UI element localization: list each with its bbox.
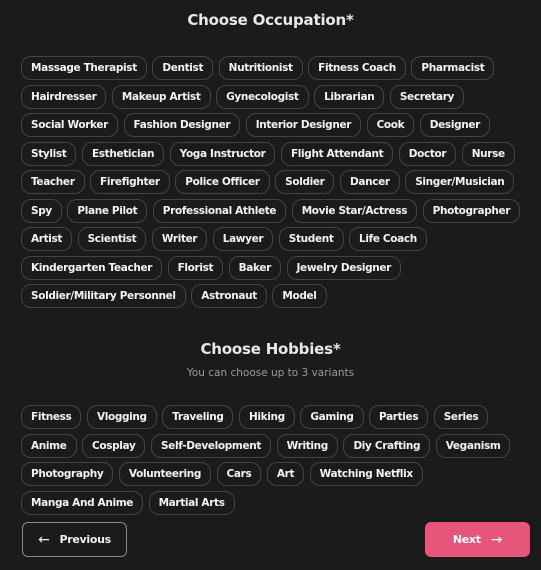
hobby-chip-photography[interactable]: Photography bbox=[21, 462, 114, 486]
occupation-chip-dancer[interactable]: Dancer bbox=[339, 170, 400, 194]
occupation-chip-pharmacist[interactable]: Pharmacist bbox=[411, 56, 495, 80]
previous-label: Previous bbox=[59, 533, 112, 546]
occupation-chip-flight-attendant[interactable]: Flight Attendant bbox=[280, 141, 394, 166]
hobby-chip-fitness[interactable]: Fitness bbox=[21, 405, 82, 429]
arrow-right-icon: → bbox=[490, 531, 503, 548]
occupation-title: Choose Occupation* bbox=[187, 11, 354, 29]
occupation-chip-astronaut[interactable]: Astronaut bbox=[191, 284, 267, 308]
hobby-chip-series[interactable]: Series bbox=[433, 405, 489, 429]
occupation-chip-hairdresser[interactable]: Hairdresser bbox=[21, 84, 107, 109]
occupation-chip-cook[interactable]: Cook bbox=[366, 113, 415, 137]
occupation-chip-artist[interactable]: Artist bbox=[21, 227, 73, 251]
occupation-chip-gynecologist[interactable]: Gynecologist bbox=[216, 84, 309, 109]
hobbies-subtitle: You can choose up to 3 variants bbox=[186, 367, 355, 379]
hobby-chip-diy-crafting[interactable]: Diy Crafting bbox=[343, 433, 431, 458]
occupation-chip-writer[interactable]: Writer bbox=[151, 227, 208, 251]
occupation-options: Massage Therapist Dentist Nutritionist Fitn… bbox=[21, 56, 521, 308]
occupation-chip-massage-therapist[interactable]: Massage Therapist bbox=[21, 56, 147, 80]
next-label: Next bbox=[452, 533, 481, 546]
occupation-chip-firefighter[interactable]: Firefighter bbox=[90, 170, 170, 194]
occupation-chip-professional-athlete[interactable]: Professional Athlete bbox=[152, 198, 287, 223]
hobbies-title: Choose Hobbies* bbox=[200, 340, 341, 358]
occupation-chip-librarian[interactable]: Librarian bbox=[314, 84, 385, 109]
hobby-chip-gaming[interactable]: Gaming bbox=[300, 405, 364, 429]
occupation-chip-fashion-designer[interactable]: Fashion Designer bbox=[123, 113, 241, 137]
next-button[interactable]: Next → bbox=[425, 522, 530, 557]
hobby-chip-writing[interactable]: Writing bbox=[276, 433, 338, 458]
occupation-chip-plane-pilot[interactable]: Plane Pilot bbox=[67, 198, 148, 223]
hobby-chip-martial-arts[interactable]: Martial Arts bbox=[148, 490, 235, 515]
occupation-chip-scientist[interactable]: Scientist bbox=[77, 227, 147, 251]
occupation-chip-model[interactable]: Model bbox=[272, 284, 327, 308]
occupation-chip-fitness-coach[interactable]: Fitness Coach bbox=[308, 56, 406, 80]
hobby-chip-art[interactable]: Art bbox=[266, 462, 305, 486]
occupation-chip-interior-designer[interactable]: Interior Designer bbox=[245, 113, 362, 137]
hobby-chip-watching-netflix[interactable]: Watching Netflix bbox=[309, 462, 423, 486]
occupation-chip-soldier-military-personnel[interactable]: Soldier/Military Personnel bbox=[21, 284, 186, 308]
occupation-chip-singer-musician[interactable]: Singer/Musician bbox=[405, 170, 515, 194]
occupation-chip-esthetician[interactable]: Esthetician bbox=[81, 141, 165, 166]
hobby-chip-cars[interactable]: Cars bbox=[216, 462, 262, 486]
hobby-chip-self-development[interactable]: Self-Development bbox=[150, 433, 272, 458]
hobby-chip-vlogging[interactable]: Vlogging bbox=[86, 405, 157, 429]
occupation-chip-social-worker[interactable]: Social Worker bbox=[21, 113, 118, 137]
hobbies-options: Fitness Vlogging Traveling Hiking Gaming Part… bbox=[21, 405, 521, 515]
occupation-chip-doctor[interactable]: Doctor bbox=[398, 141, 457, 166]
occupation-chip-designer[interactable]: Designer bbox=[419, 113, 490, 137]
occupation-chip-lawyer[interactable]: Lawyer bbox=[212, 227, 274, 251]
hobby-chip-anime[interactable]: Anime bbox=[21, 433, 77, 458]
occupation-chip-yoga-instructor[interactable]: Yoga Instructor bbox=[169, 141, 276, 166]
hobby-chip-manga-and-anime[interactable]: Manga And Anime bbox=[21, 490, 144, 515]
occupation-chip-movie-star-actress[interactable]: Movie Star/Actress bbox=[291, 198, 418, 223]
occupation-chip-spy[interactable]: Spy bbox=[21, 198, 62, 223]
occupation-chip-teacher[interactable]: Teacher bbox=[21, 170, 85, 194]
occupation-chip-baker[interactable]: Baker bbox=[228, 255, 281, 280]
occupation-chip-florist[interactable]: Florist bbox=[167, 255, 224, 280]
previous-button[interactable]: ← Previous bbox=[22, 522, 127, 557]
hobby-chip-parties[interactable]: Parties bbox=[369, 405, 429, 429]
occupation-chip-makeup-artist[interactable]: Makeup Artist bbox=[111, 84, 211, 109]
occupation-chip-jewelry-designer[interactable]: Jewelry Designer bbox=[286, 255, 402, 280]
occupation-chip-nurse[interactable]: Nurse bbox=[461, 141, 515, 166]
occupation-chip-stylist[interactable]: Stylist bbox=[21, 141, 77, 166]
occupation-chip-student[interactable]: Student bbox=[278, 227, 344, 251]
occupation-chip-dentist[interactable]: Dentist bbox=[152, 56, 214, 80]
hobby-chip-cosplay[interactable]: Cosplay bbox=[82, 433, 146, 458]
occupation-chip-nutritionist[interactable]: Nutritionist bbox=[218, 56, 303, 80]
occupation-chip-secretary[interactable]: Secretary bbox=[389, 84, 465, 109]
occupation-chip-soldier[interactable]: Soldier bbox=[275, 170, 335, 194]
hobby-chip-volunteering[interactable]: Volunteering bbox=[118, 462, 212, 486]
occupation-chip-photographer[interactable]: Photographer bbox=[422, 198, 521, 223]
hobby-chip-traveling[interactable]: Traveling bbox=[162, 405, 234, 429]
occupation-chip-life-coach[interactable]: Life Coach bbox=[349, 227, 427, 251]
occupation-chip-kindergarten-teacher[interactable]: Kindergarten Teacher bbox=[21, 255, 163, 280]
occupation-chip-police-officer[interactable]: Police Officer bbox=[175, 170, 270, 194]
hobby-chip-veganism[interactable]: Veganism bbox=[435, 433, 511, 458]
hobby-chip-hiking[interactable]: Hiking bbox=[238, 405, 295, 429]
arrow-left-icon: ← bbox=[38, 531, 50, 548]
